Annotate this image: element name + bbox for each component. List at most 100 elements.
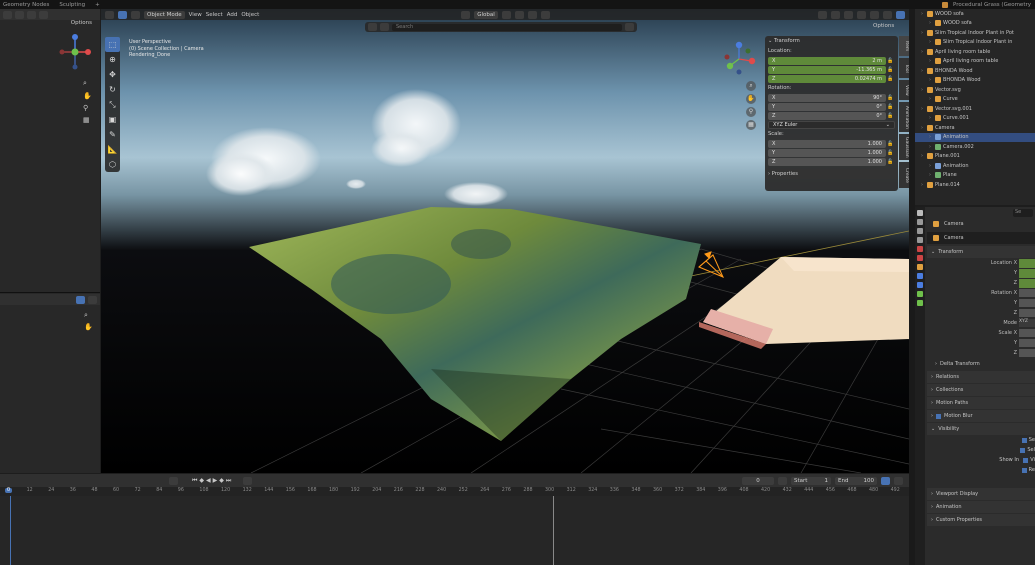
rotation-x-value[interactable]: [1019, 289, 1035, 297]
outliner-item[interactable]: › Animation: [915, 132, 1035, 142]
checkbox-icon[interactable]: [1021, 467, 1027, 473]
modifier-tab-icon[interactable]: [917, 273, 923, 279]
lock-icon[interactable]: 🔓: [886, 67, 895, 73]
outliner-item[interactable]: › Curve.001: [915, 114, 1035, 124]
viewport-options-button[interactable]: Options: [873, 23, 894, 29]
mode-dropdown[interactable]: Object Mode: [144, 10, 185, 19]
object-name-field[interactable]: Camera: [927, 232, 1035, 244]
expand-icon[interactable]: ›: [919, 49, 925, 55]
outliner-item[interactable]: › Vector.svg: [915, 85, 1035, 95]
location-y-value[interactable]: [1019, 269, 1035, 278]
left-options[interactable]: Options: [0, 20, 100, 29]
object-tab-icon[interactable]: [917, 264, 923, 270]
shading-icon[interactable]: [27, 10, 36, 19]
editor-type-icon[interactable]: [105, 10, 114, 19]
rotation-y-field[interactable]: Y 0°: [768, 102, 886, 111]
tab-animation[interactable]: Animation: [899, 102, 909, 132]
add-cube-tool-icon[interactable]: ⬡: [105, 157, 120, 172]
rotation-mode-dropdown[interactable]: XYZ Euler ⌄: [768, 120, 895, 129]
gizmo-toggle-icon[interactable]: [831, 10, 840, 19]
select-box-icon[interactable]: [118, 10, 127, 19]
menu-select[interactable]: Select: [206, 12, 223, 18]
expand-icon[interactable]: ›: [927, 77, 933, 83]
frame-ruler[interactable]: 0 12 24 36 48 60 72 84 96 108 120 132 144 156 168 180 19…: [0, 487, 909, 496]
location-x-value[interactable]: [1019, 259, 1035, 268]
properties-search[interactable]: Se: [1013, 208, 1033, 217]
outliner-item[interactable]: › Plane: [915, 171, 1035, 181]
editor-type-icon-2[interactable]: [76, 295, 85, 304]
zoom-icon[interactable]: ⌕: [746, 81, 756, 91]
camera-view-icon[interactable]: ⚲: [83, 104, 92, 112]
location-y-field[interactable]: Y -11.365 m: [768, 65, 886, 74]
outliner-item[interactable]: › Plane.001: [915, 152, 1035, 162]
outliner-item[interactable]: › Vector.svg.001: [915, 104, 1035, 114]
keying-icon[interactable]: [243, 476, 253, 485]
tool-tab-icon[interactable]: [917, 210, 923, 216]
annotate-tool-icon[interactable]: ✎: [105, 127, 120, 142]
menu-object[interactable]: Object: [241, 12, 259, 18]
scale-tool-icon[interactable]: ⤡: [105, 97, 120, 112]
checkbox-icon[interactable]: [1023, 457, 1029, 463]
move-tool-icon[interactable]: ✥: [105, 67, 120, 82]
view-icon[interactable]: [15, 10, 24, 19]
filter-icon[interactable]: [380, 23, 389, 31]
animation-section[interactable]: › Animation: [927, 501, 1035, 513]
shading-rendered-icon[interactable]: [896, 10, 905, 19]
clock-icon[interactable]: [881, 476, 890, 485]
jump-start-icon[interactable]: ⏮: [192, 477, 197, 485]
expand-icon[interactable]: ›: [919, 182, 925, 188]
scene-tab-icon[interactable]: [917, 246, 923, 252]
render-tab-icon[interactable]: [917, 219, 923, 225]
cursor-tool-icon[interactable]: ⊕: [105, 52, 120, 67]
transform-tool-icon[interactable]: ▣: [105, 112, 120, 127]
transform-orientation-icon[interactable]: [461, 10, 471, 19]
expand-icon[interactable]: ›: [919, 68, 925, 74]
view-icon-2[interactable]: [88, 295, 97, 304]
record-icon[interactable]: [169, 476, 178, 485]
motion-blur-section[interactable]: › Motion Blur: [927, 410, 1035, 422]
shading-solid-icon[interactable]: [870, 10, 879, 19]
pivot-icon[interactable]: [501, 10, 511, 19]
ortho-grid-icon[interactable]: ▦: [746, 120, 756, 130]
custom-properties-section[interactable]: › Custom Properties: [927, 514, 1035, 526]
outliner-item[interactable]: › Camera: [915, 123, 1035, 133]
tab-gaussian[interactable]: Gaussian: [899, 134, 909, 160]
mode-dropdown[interactable]: XYZ: [1019, 319, 1035, 327]
ortho-grid-icon[interactable]: ▦: [83, 116, 92, 124]
outliner-item[interactable]: › BHONDA Wood: [915, 66, 1035, 76]
scale-y-value[interactable]: [1019, 339, 1035, 347]
viewport-display-section[interactable]: › Viewport Display: [927, 488, 1035, 500]
zoom-icon-2[interactable]: ⌕: [84, 311, 88, 320]
lock-icon[interactable]: 🔓: [886, 113, 895, 119]
expand-icon[interactable]: ›: [927, 39, 933, 45]
view-layer-tab-icon[interactable]: [917, 237, 923, 243]
tab-tool[interactable]: Tool: [899, 58, 909, 78]
visibility-section[interactable]: ⌄ Visibility: [927, 423, 1035, 435]
3d-viewport[interactable]: Object Mode View Select Add Object Globa…: [101, 9, 909, 473]
outliner-item[interactable]: › BHONDA Wood: [915, 76, 1035, 86]
prev-keyframe-icon[interactable]: ◆: [199, 477, 204, 485]
end-frame-field[interactable]: End 100: [835, 476, 877, 485]
rotation-x-field[interactable]: X 90°: [768, 93, 886, 102]
expand-icon[interactable]: ›: [927, 134, 933, 140]
scale-z-field[interactable]: Z 1.000: [768, 157, 886, 166]
tab-sculpting[interactable]: Sculpting: [59, 2, 85, 8]
world-tab-icon[interactable]: [917, 255, 923, 261]
rotation-y-value[interactable]: [1019, 299, 1035, 307]
preview-range-icon[interactable]: [778, 476, 787, 485]
editor-type-icon[interactable]: [3, 10, 12, 19]
rotate-tool-icon[interactable]: ↻: [105, 82, 120, 97]
expand-icon[interactable]: ›: [927, 144, 933, 150]
pan-hand-icon[interactable]: ✋: [83, 92, 92, 100]
scale-x-value[interactable]: [1019, 329, 1035, 337]
transform-panel-title[interactable]: ⌄ Transform: [765, 36, 898, 46]
expand-icon[interactable]: ›: [919, 11, 925, 17]
location-x-field[interactable]: X2 m: [768, 56, 886, 65]
lock-icon[interactable]: 🔓: [886, 76, 895, 82]
measure-tool-icon[interactable]: 📐: [105, 142, 120, 157]
zoom-icon[interactable]: ⌕: [83, 79, 92, 88]
add-workspace-button[interactable]: +: [95, 2, 100, 8]
xray-icon[interactable]: [857, 10, 866, 19]
outliner-item[interactable]: › Curve: [915, 95, 1035, 105]
data-tab-icon[interactable]: [917, 300, 923, 306]
